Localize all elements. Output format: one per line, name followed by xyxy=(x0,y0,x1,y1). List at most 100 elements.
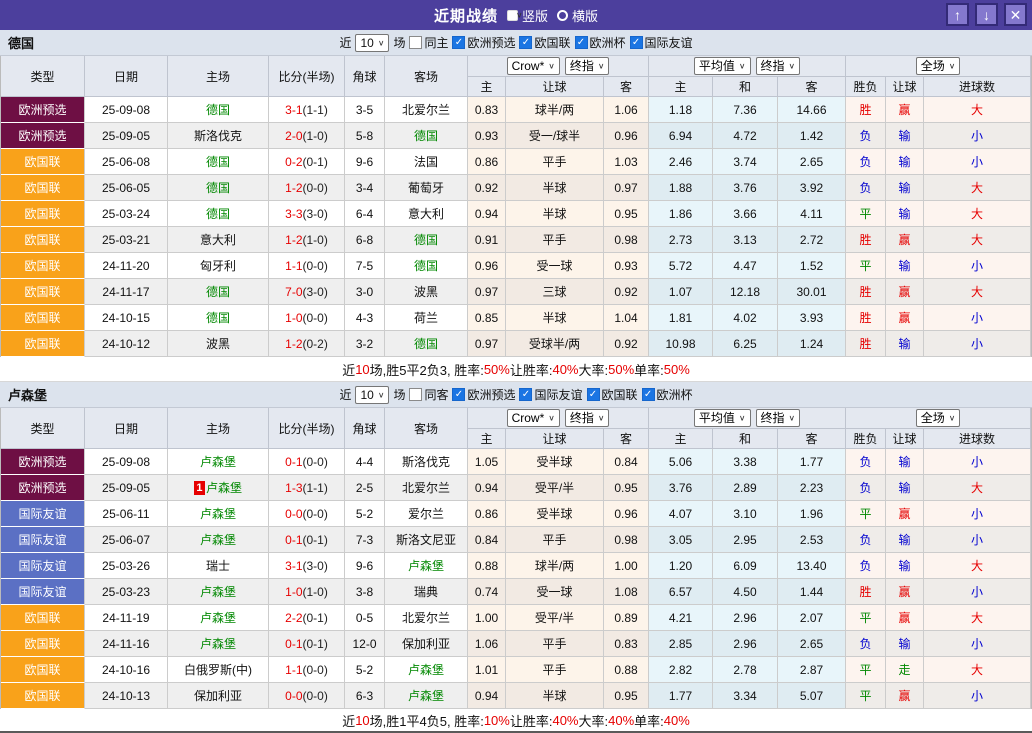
result-outcome: 胜 xyxy=(846,579,886,605)
avg-stage-select[interactable]: 终指 xyxy=(756,409,801,427)
scope-select[interactable]: 全场 xyxy=(916,409,961,427)
odds-home: 0.96 xyxy=(468,253,506,279)
move-down-button[interactable]: ↓ xyxy=(975,3,998,26)
col-home: 主场 xyxy=(168,408,269,449)
away-team: 北爱尔兰 xyxy=(385,605,468,631)
result-handicap: 输 xyxy=(886,175,924,201)
col-score: 比分(半场) xyxy=(269,56,345,97)
corners: 2-5 xyxy=(345,475,385,501)
away-team: 卢森堡 xyxy=(385,553,468,579)
match-row: 欧国联25-06-08德国0-2(0-1)9-6法国0.86平手1.032.46… xyxy=(1,149,1031,175)
odds-home: 0.97 xyxy=(468,331,506,357)
match-type-badge: 欧国联 xyxy=(1,149,85,175)
league-checkbox[interactable]: 欧国联 xyxy=(587,386,638,403)
recent-count-select[interactable]: 10 xyxy=(355,386,389,404)
match-date: 24-11-16 xyxy=(85,631,168,657)
corners: 5-2 xyxy=(345,657,385,683)
avg-home: 10.98 xyxy=(649,331,713,357)
recent-count-select[interactable]: 10 xyxy=(355,34,389,52)
avg-away: 3.93 xyxy=(778,305,846,331)
odds-line: 平手 xyxy=(506,227,604,253)
avg-draw: 3.38 xyxy=(713,449,778,475)
checkbox-checked-icon xyxy=(452,36,465,49)
odds-away: 1.04 xyxy=(604,305,649,331)
league-checkbox[interactable]: 国际友谊 xyxy=(519,386,582,403)
match-row: 国际友谊25-03-26瑞士3-1(3-0)9-6卢森堡0.88球半/两1.00… xyxy=(1,553,1031,579)
odds-line: 受一球 xyxy=(506,579,604,605)
same-venue-checkbox[interactable]: 同客 xyxy=(409,386,448,403)
result-goals: 小 xyxy=(924,683,1031,709)
league-checkbox[interactable]: 欧洲预选 xyxy=(452,386,515,403)
avg-draw: 3.66 xyxy=(713,201,778,227)
match-score: 2-2(0-1) xyxy=(269,605,345,631)
avg-home: 1.81 xyxy=(649,305,713,331)
avg-away: 2.65 xyxy=(778,149,846,175)
corners: 3-2 xyxy=(345,331,385,357)
league-checkbox[interactable]: 欧国联 xyxy=(519,34,570,51)
league-checkbox[interactable]: 欧洲杯 xyxy=(642,386,693,403)
league-checkbox[interactable]: 国际友谊 xyxy=(630,34,693,51)
col-avg-away: 客 xyxy=(778,429,846,449)
avg-away: 1.52 xyxy=(778,253,846,279)
col-type: 类型 xyxy=(1,56,85,97)
avg-away: 2.53 xyxy=(778,527,846,553)
corners: 6-3 xyxy=(345,683,385,709)
scope-select[interactable]: 全场 xyxy=(916,57,961,75)
result-outcome: 负 xyxy=(846,527,886,553)
avg-draw: 2.96 xyxy=(713,631,778,657)
avg-away: 3.92 xyxy=(778,175,846,201)
avg-home: 1.88 xyxy=(649,175,713,201)
avg-stage-select[interactable]: 终指 xyxy=(756,57,801,75)
odds-line: 球半/两 xyxy=(506,553,604,579)
odds-home: 0.91 xyxy=(468,227,506,253)
col-result: 胜负 xyxy=(846,429,886,449)
odds-away: 0.95 xyxy=(604,475,649,501)
result-handicap: 输 xyxy=(886,201,924,227)
avg-away: 2.07 xyxy=(778,605,846,631)
odds-home: 0.83 xyxy=(468,97,506,123)
close-button[interactable]: ✕ xyxy=(1004,3,1027,26)
col-date: 日期 xyxy=(85,56,168,97)
same-venue-checkbox[interactable]: 同主 xyxy=(409,34,448,51)
col-away: 客场 xyxy=(385,408,468,449)
match-type-badge: 欧国联 xyxy=(1,279,85,305)
avg-away: 1.24 xyxy=(778,331,846,357)
result-outcome: 平 xyxy=(846,253,886,279)
away-team: 北爱尔兰 xyxy=(385,475,468,501)
result-outcome: 平 xyxy=(846,657,886,683)
odds-stage-select[interactable]: 终指 xyxy=(565,409,610,427)
avg-draw: 4.02 xyxy=(713,305,778,331)
col-corner: 角球 xyxy=(345,56,385,97)
corners: 9-6 xyxy=(345,149,385,175)
match-row: 欧国联24-11-19卢森堡2-2(0-1)0-5北爱尔兰1.00受平/半0.8… xyxy=(1,605,1031,631)
layout-radio-vertical[interactable]: 竖版 xyxy=(507,6,548,25)
odds-source-select[interactable]: Crow* xyxy=(507,409,560,427)
layout-radio-horizontal[interactable]: 横版 xyxy=(557,6,598,25)
col-handicap-result: 让球 xyxy=(886,429,924,449)
checkbox-checked-icon xyxy=(642,388,655,401)
avg-home: 6.57 xyxy=(649,579,713,605)
home-team: 德国 xyxy=(168,97,269,123)
avg-source-select[interactable]: 平均值 xyxy=(694,57,751,75)
result-outcome: 胜 xyxy=(846,227,886,253)
result-handicap: 输 xyxy=(886,253,924,279)
col-odds-line: 让球 xyxy=(506,77,604,97)
odds-home: 0.86 xyxy=(468,149,506,175)
result-goals: 小 xyxy=(924,305,1031,331)
close-icon: ✕ xyxy=(1010,8,1022,22)
avg-source-select[interactable]: 平均值 xyxy=(694,409,751,427)
move-up-button[interactable]: ↑ xyxy=(946,3,969,26)
league-checkbox[interactable]: 欧洲预选 xyxy=(452,34,515,51)
match-score: 0-2(0-1) xyxy=(269,149,345,175)
home-team: 卢森堡 xyxy=(168,631,269,657)
odds-stage-select[interactable]: 终指 xyxy=(565,57,610,75)
avg-draw: 6.25 xyxy=(713,331,778,357)
league-checkbox[interactable]: 欧洲杯 xyxy=(575,34,626,51)
odds-line: 受半球 xyxy=(506,449,604,475)
result-goals: 大 xyxy=(924,227,1031,253)
odds-source-select[interactable]: Crow* xyxy=(507,57,560,75)
away-team: 卢森堡 xyxy=(385,657,468,683)
odds-line: 受一球 xyxy=(506,253,604,279)
home-team: 德国 xyxy=(168,175,269,201)
table-rows: 欧洲预选25-09-08德国3-1(1-1)3-5北爱尔兰0.83球半/两1.0… xyxy=(1,97,1031,357)
